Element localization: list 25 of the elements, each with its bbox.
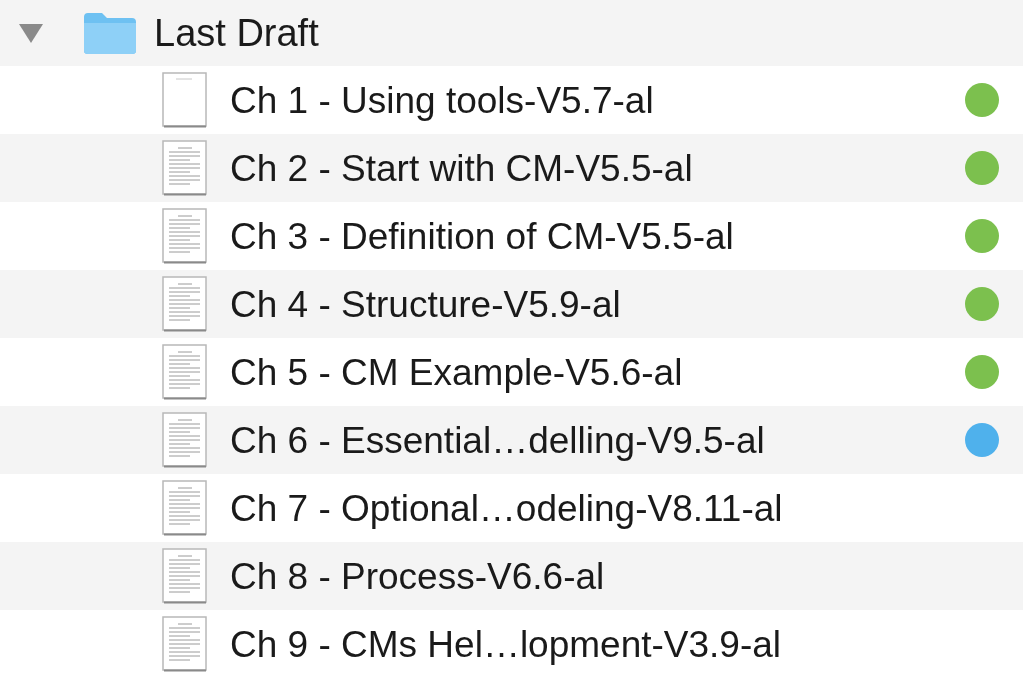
file-row[interactable]: Ch 6 - Essential…delling-V9.5-al (0, 406, 1023, 474)
disclosure-triangle-icon[interactable] (18, 22, 44, 44)
folder-icon (82, 11, 138, 55)
file-name: Ch 2 - Start with CM-V5.5-al (230, 149, 693, 187)
document-icon (162, 276, 208, 332)
file-name: Ch 9 - CMs Hel…lopment-V3.9-al (230, 625, 782, 663)
document-icon (162, 548, 208, 604)
document-icon (162, 344, 208, 400)
file-name: Ch 6 - Essential…delling-V9.5-al (230, 421, 765, 459)
file-name: Ch 7 - Optional…odeling-V8.11-al (230, 489, 783, 527)
file-name: Ch 8 - Process-V6.6-al (230, 557, 605, 595)
document-icon (162, 140, 208, 196)
file-name: Ch 1 - Using tools-V5.7-al (230, 81, 654, 119)
document-icon (162, 616, 208, 672)
file-name: Ch 4 - Structure-V5.9-al (230, 285, 621, 323)
file-name: Ch 5 - CM Example-V5.6-al (230, 353, 683, 391)
file-row[interactable]: Ch 4 - Structure-V5.9-al (0, 270, 1023, 338)
document-icon (162, 72, 208, 128)
file-row[interactable]: Ch 2 - Start with CM-V5.5-al (0, 134, 1023, 202)
file-name: Ch 3 - Definition of CM-V5.5-al (230, 217, 734, 255)
document-icon (162, 412, 208, 468)
document-icon (162, 208, 208, 264)
document-icon (162, 480, 208, 536)
file-row[interactable]: Ch 8 - Process-V6.6-al (0, 542, 1023, 610)
folder-name: Last Draft (154, 14, 319, 52)
